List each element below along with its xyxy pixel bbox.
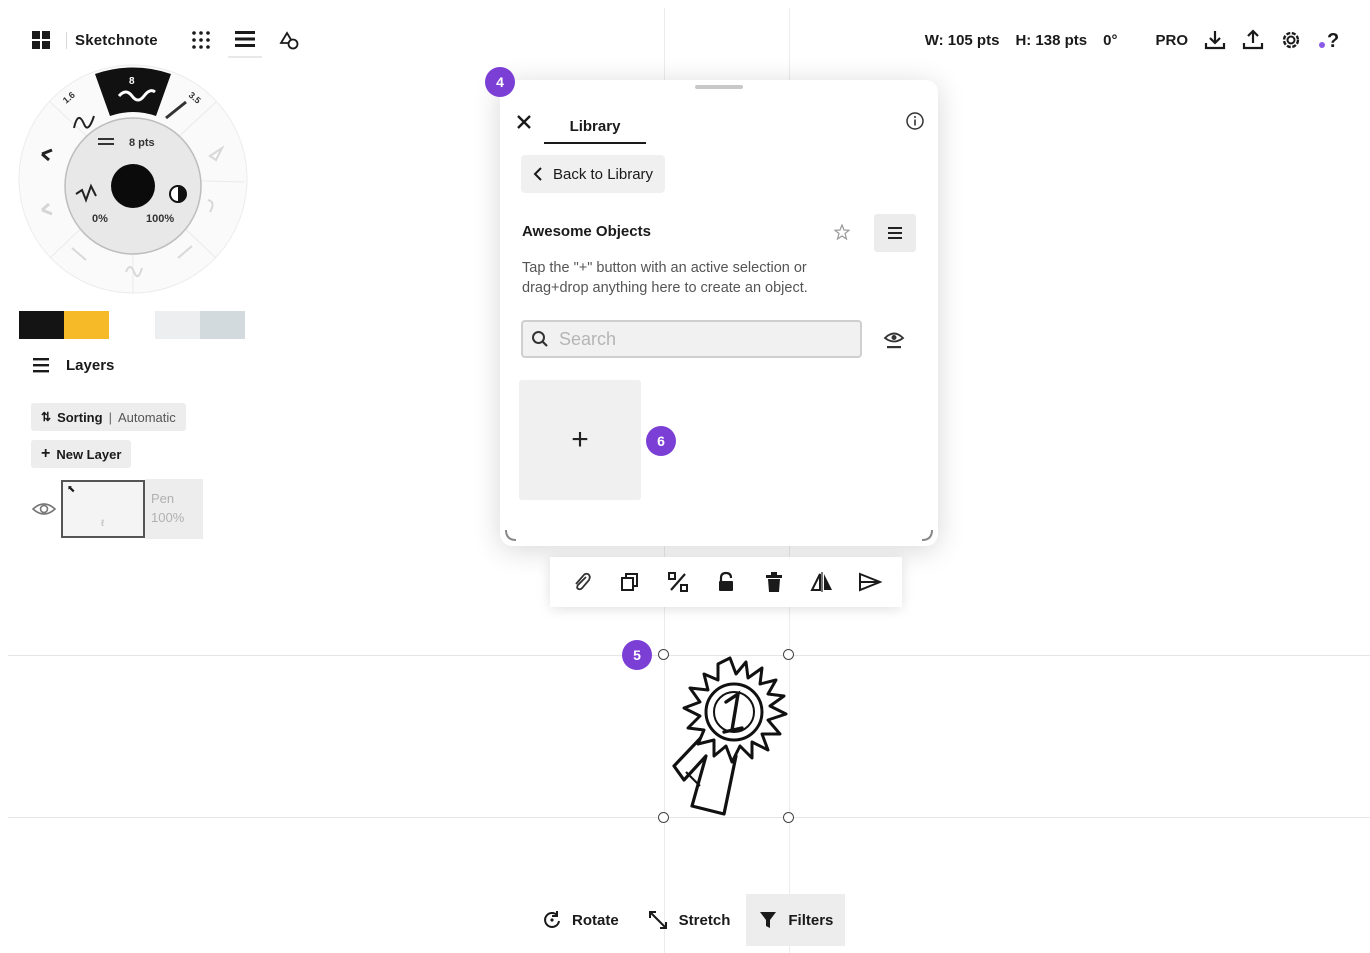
thumb-mark: ℓ (101, 518, 104, 528)
color-swatch-blue-gray[interactable] (200, 311, 245, 339)
flip-icon[interactable] (802, 562, 842, 602)
layer-row[interactable]: ⬉ ℓ Pen 100% (30, 479, 203, 539)
step-badge-panel: 4 (485, 67, 515, 97)
cursor-icon: ⬉ (67, 484, 76, 495)
percent-icon[interactable] (658, 562, 698, 602)
menu-icon[interactable] (227, 22, 262, 58)
new-layer-button[interactable]: + New Layer (31, 440, 132, 468)
rotate-icon (544, 911, 560, 928)
collection-menu-button[interactable] (874, 214, 916, 252)
download-icon[interactable] (1198, 22, 1232, 58)
panel-grabber[interactable] (695, 85, 743, 89)
top-right-toolbar: W: 105 pts H: 138 pts 0° PRO ? (919, 22, 1346, 58)
layers-header[interactable]: Layers (32, 356, 114, 374)
info-icon[interactable] (905, 111, 925, 136)
back-label: Back to Library (553, 165, 654, 183)
app-title[interactable]: Sketchnote (66, 31, 166, 49)
resize-corner-right[interactable] (920, 528, 934, 542)
layers-title: Layers (66, 356, 115, 374)
filters-button[interactable]: Filters (746, 894, 846, 946)
opacity-min-label: 0% (92, 213, 108, 225)
eye-icon[interactable] (882, 329, 906, 356)
upload-icon[interactable] (1236, 22, 1270, 58)
resize-corner-left[interactable] (504, 528, 518, 542)
search-icon (532, 331, 548, 347)
award-ribbon-drawing[interactable] (652, 646, 802, 826)
layer-name: Pen (151, 491, 175, 506)
collection-title: Awesome Objects (522, 223, 651, 240)
selection-handle-top-left[interactable] (658, 649, 669, 660)
add-object-tile[interactable]: + (519, 380, 641, 500)
top-left-toolbar: Sketchnote (24, 22, 306, 58)
chevron-left-icon (533, 167, 542, 181)
sorting-label: Sorting (57, 409, 103, 425)
brush-wheel[interactable]: 8 pts 0% 100% 8 1.6 3.5 (16, 62, 250, 296)
library-panel: Library Back to Library Awesome Objects … (500, 80, 938, 546)
dots-grid-icon[interactable] (184, 22, 218, 58)
sorting-value: Automatic (117, 409, 176, 425)
color-swatch-light-gray[interactable] (155, 311, 200, 339)
gear-icon[interactable] (1274, 22, 1308, 58)
opacity-max-label: 100% (146, 213, 174, 225)
new-layer-label: New Layer (56, 446, 122, 462)
paperclip-icon[interactable] (562, 562, 602, 602)
lock-icon[interactable] (706, 562, 746, 602)
stretch-button[interactable]: Stretch (635, 894, 743, 946)
svg-text:?: ? (1327, 30, 1339, 52)
eye-icon[interactable] (30, 499, 58, 519)
search-input[interactable] (559, 328, 839, 350)
layer-thumbnail[interactable]: ⬉ ℓ (61, 480, 145, 538)
rotate-button[interactable]: Rotate (530, 894, 631, 946)
star-icon[interactable] (833, 223, 851, 245)
brush-slot-top: 8 (129, 76, 135, 87)
grid-icon[interactable] (24, 22, 58, 58)
shapes-icon[interactable] (272, 22, 306, 58)
sorting-button[interactable]: ⇅ Sorting | Automatic (31, 403, 186, 431)
selection-handle-bottom-left[interactable] (658, 812, 669, 823)
color-swatches-primary (19, 311, 109, 339)
selection-handle-top-right[interactable] (783, 649, 794, 660)
sort-icon: ⇅ (41, 410, 52, 424)
search-field[interactable] (521, 320, 862, 358)
step-badge-selection: 5 (622, 640, 652, 670)
duplicate-icon[interactable] (610, 562, 650, 602)
rotation-readout[interactable]: 0° (1097, 32, 1123, 49)
collection-description: Tap the "+" button with an active select… (522, 260, 808, 296)
list-icon (888, 227, 902, 239)
step-badge-add: 6 (646, 426, 676, 456)
pro-button[interactable]: PRO (1149, 32, 1194, 49)
tab-library[interactable]: Library (544, 110, 646, 144)
rotate-label: Rotate (572, 911, 619, 929)
layers-menu-icon (33, 358, 49, 373)
layer-info[interactable]: Pen 100% (145, 479, 203, 539)
send-icon[interactable] (850, 562, 890, 602)
height-readout[interactable]: H: 138 pts (1009, 32, 1093, 49)
plus-icon: + (41, 445, 51, 462)
selection-action-toolbar (550, 557, 902, 607)
filter-icon (760, 912, 777, 928)
color-swatch-yellow[interactable] (64, 311, 109, 339)
color-swatch-black[interactable] (19, 311, 64, 339)
stretch-label: Stretch (678, 911, 731, 929)
stretch-icon (648, 911, 667, 929)
color-swatches-secondary (155, 311, 245, 339)
selection-handle-bottom-right[interactable] (783, 812, 794, 823)
width-readout[interactable]: W: 105 pts (919, 32, 1006, 49)
brush-size-label: 8 pts (129, 137, 155, 149)
sorting-divider: | (108, 409, 112, 425)
back-to-library-button[interactable]: Back to Library (521, 155, 666, 193)
filters-label: Filters (788, 911, 834, 929)
help-icon[interactable]: ? (1312, 22, 1346, 58)
layer-opacity: 100% (151, 510, 185, 525)
transform-toolbar: Rotate Stretch Filters (530, 894, 846, 946)
close-icon[interactable] (512, 110, 536, 134)
trash-icon[interactable] (754, 562, 794, 602)
